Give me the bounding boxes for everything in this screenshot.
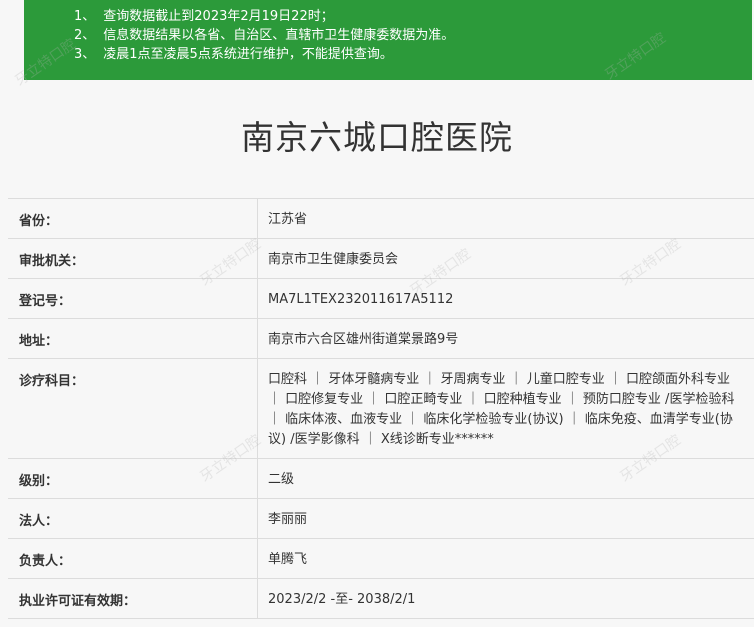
table-row-registration-number: 登记号： MA7L1TEX232011617A5112 bbox=[8, 279, 754, 319]
row-label: 级别： bbox=[8, 459, 258, 498]
notice-line-1: 1、 查询数据截止到2023年2月19日22时； bbox=[74, 7, 752, 26]
row-label: 负责人： bbox=[8, 539, 258, 578]
notice-text: 查询数据截止到2023年2月19日22时； bbox=[103, 9, 334, 24]
notice-number: 3、 bbox=[74, 47, 96, 62]
notice-number: 1、 bbox=[74, 9, 96, 24]
info-table: 省份： 江苏省 审批机关： 南京市卫生健康委员会 登记号： MA7L1TEX23… bbox=[8, 198, 754, 619]
table-row-address: 地址： 南京市六合区雄州街道棠景路9号 bbox=[8, 319, 754, 359]
row-label: 省份： bbox=[8, 199, 258, 238]
row-value: 江苏省 bbox=[268, 212, 308, 227]
row-label: 登记号： bbox=[8, 279, 258, 318]
notice-number: 2、 bbox=[74, 28, 96, 43]
notice-line-2: 2、 信息数据结果以各省、自治区、直辖市卫生健康委数据为准。 bbox=[74, 26, 752, 45]
row-value: 2023/2/2 -至- 2038/2/1 bbox=[268, 592, 416, 607]
table-row-province: 省份： 江苏省 bbox=[8, 199, 754, 239]
table-row-level: 级别： 二级 bbox=[8, 459, 754, 499]
table-row-departments: 诊疗科目： 口腔科 ｜ 牙体牙髓病专业 ｜ 牙周病专业 ｜ 儿童口腔专业 ｜ 口… bbox=[8, 359, 754, 459]
row-value: 口腔科 ｜ 牙体牙髓病专业 ｜ 牙周病专业 ｜ 儿童口腔专业 ｜ 口腔颌面外科专… bbox=[268, 372, 735, 447]
notice-line-3: 3、 凌晨1点至凌晨5点系统进行维护，不能提供查询。 bbox=[74, 45, 752, 64]
row-value: MA7L1TEX232011617A5112 bbox=[268, 292, 454, 307]
row-value: 二级 bbox=[268, 472, 295, 487]
row-value: 李丽丽 bbox=[268, 512, 308, 527]
row-label: 执业许可证有效期： bbox=[8, 579, 258, 618]
row-value: 南京市卫生健康委员会 bbox=[268, 252, 399, 267]
table-row-license-validity: 执业许可证有效期： 2023/2/2 -至- 2038/2/1 bbox=[8, 579, 754, 619]
row-value: 单腾飞 bbox=[268, 552, 308, 567]
row-label: 法人： bbox=[8, 499, 258, 538]
row-value: 南京市六合区雄州街道棠景路9号 bbox=[268, 332, 459, 347]
notice-text: 凌晨1点至凌晨5点系统进行维护，不能提供查询。 bbox=[103, 47, 393, 62]
notice-text: 信息数据结果以各省、自治区、直辖市卫生健康委数据为准。 bbox=[103, 28, 455, 43]
notice-banner: 1、 查询数据截止到2023年2月19日22时； 2、 信息数据结果以各省、自治区、… bbox=[24, 0, 752, 80]
table-row-person-in-charge: 负责人： 单腾飞 bbox=[8, 539, 754, 579]
row-label: 审批机关： bbox=[8, 239, 258, 278]
row-label: 地址： bbox=[8, 319, 258, 358]
table-row-approval-authority: 审批机关： 南京市卫生健康委员会 bbox=[8, 239, 754, 279]
row-label: 诊疗科目： bbox=[8, 359, 258, 458]
page-title: 南京六城口腔医院 bbox=[241, 118, 513, 157]
table-row-legal-person: 法人： 李丽丽 bbox=[8, 499, 754, 539]
